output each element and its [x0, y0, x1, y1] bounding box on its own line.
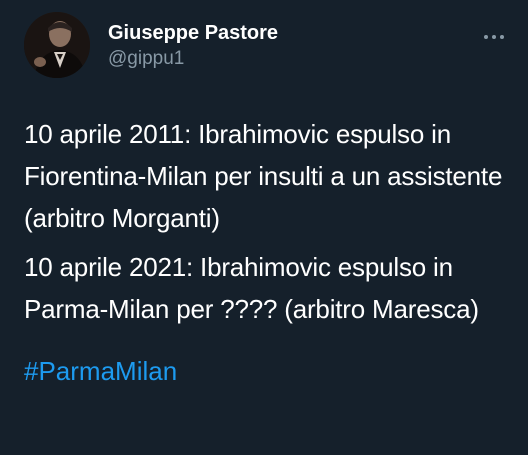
tweet-header: Giuseppe Pastore @gippu1 [24, 12, 504, 82]
tweet-body: 10 aprile 2011: Ibrahimovic espulso in F… [24, 113, 514, 392]
tweet-card: Giuseppe Pastore @gippu1 10 aprile 2011:… [0, 0, 528, 455]
more-dots-icon[interactable] [482, 28, 506, 39]
hashtag-link[interactable]: #ParmaMilan [24, 350, 177, 392]
tweet-paragraph: 10 aprile 2021: Ibrahimovic espulso in P… [24, 252, 479, 324]
avatar-image [24, 12, 90, 78]
user-info: Giuseppe Pastore @gippu1 [108, 20, 278, 72]
display-name[interactable]: Giuseppe Pastore [108, 20, 278, 46]
avatar[interactable] [24, 12, 90, 78]
user-handle[interactable]: @gippu1 [108, 46, 278, 72]
tweet-paragraph: 10 aprile 2011: Ibrahimovic espulso in F… [24, 119, 503, 233]
